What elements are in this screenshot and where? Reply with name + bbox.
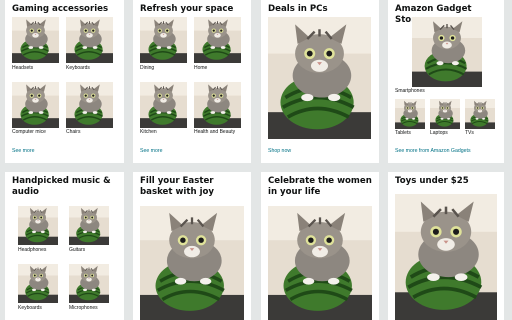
product-image[interactable] [194,17,241,63]
tile-label[interactable]: Laptops [430,130,448,136]
card-easter-basket: Fill your Easter basket with joy [133,172,251,320]
product-image[interactable] [412,17,482,87]
tile-tvs[interactable]: TVs [465,99,497,139]
product-image[interactable] [18,206,58,245]
card-gaming-accessories: Gaming accessories Headsets Keyboards Co… [5,0,124,163]
tile-keyboards[interactable]: Keyboards [66,17,113,73]
card-title: Gaming accessories [12,4,109,14]
card-celebrate-women: Celebrate the women in your life [261,172,379,320]
product-image[interactable] [430,99,460,129]
tile-label[interactable]: Tablets [395,130,411,136]
product-image[interactable] [66,82,113,128]
card-title: Toys under $25 [395,176,469,186]
tile-label[interactable]: Health and Beauty [194,129,235,135]
tile-health-and-beauty[interactable]: Health and Beauty [194,82,244,138]
tile-label[interactable]: Microphones [69,305,98,311]
tile-label[interactable]: Headphones [18,247,46,253]
tile-smartphones[interactable]: Smartphones [395,17,495,97]
product-image[interactable] [18,264,58,303]
tile-label[interactable]: Chairs [66,129,80,135]
product-image[interactable] [194,82,241,128]
card-handpicked-music-audio: Handpicked music & audio Headphones Guit… [5,172,124,320]
product-image[interactable] [140,17,187,63]
see-more-link[interactable]: See more [140,148,163,154]
tile-computer-mice[interactable]: Computer mice [12,82,59,138]
tile-laptops[interactable]: Laptops [430,99,462,139]
card-deals-in-pcs: Deals in PCs Shop now [261,0,379,163]
card-toys-under-25: Toys under $25 [388,172,504,320]
card-title: Deals in PCs [268,4,328,14]
card-amazon-gadget-store: Amazon Gadget Store Smartphones Tablets … [388,0,504,163]
hero-image[interactable] [140,206,244,320]
tile-label[interactable]: Home [194,65,207,71]
tile-guitars[interactable]: Guitars [69,206,109,254]
product-image[interactable] [395,99,425,129]
card-title: Handpicked music & audio [12,176,111,197]
tile-label[interactable]: Smartphones [395,88,425,94]
tile-tablets[interactable]: Tablets [395,99,427,139]
tile-label[interactable]: Dining [140,65,154,71]
tile-headphones[interactable]: Headphones [18,206,58,254]
tile-label[interactable]: Kitchen [140,129,157,135]
see-more-link[interactable]: See more [12,148,35,154]
tile-label[interactable]: Keyboards [18,305,42,311]
product-image[interactable] [12,82,59,128]
tile-chairs[interactable]: Chairs [66,82,113,138]
hero-image[interactable] [395,194,497,320]
tile-headsets[interactable]: Headsets [12,17,59,73]
card-title: Celebrate the women in your life [268,176,372,197]
product-image[interactable] [140,82,187,128]
product-image[interactable] [465,99,495,129]
tile-label[interactable]: Headsets [12,65,33,71]
tile-microphones[interactable]: Microphones [69,264,109,312]
tile-label[interactable]: Computer mice [12,129,46,135]
product-image[interactable] [69,264,109,303]
shop-now-link[interactable]: Shop now [268,148,291,154]
hero-image[interactable] [268,206,372,320]
hero-image[interactable] [268,17,371,139]
product-image[interactable] [66,17,113,63]
tile-keyboards[interactable]: Keyboards [18,264,58,312]
tile-kitchen[interactable]: Kitchen [140,82,187,138]
card-refresh-your-space: Refresh your space Dining Home Kitchen H… [133,0,251,163]
tile-home[interactable]: Home [194,17,241,73]
see-more-link[interactable]: See more from Amazon Gadgets [395,148,471,154]
tile-label[interactable]: Keyboards [66,65,90,71]
tile-label[interactable]: Guitars [69,247,85,253]
tile-dining[interactable]: Dining [140,17,187,73]
card-title: Fill your Easter basket with joy [140,176,215,197]
card-title: Refresh your space [140,4,234,14]
product-image[interactable] [69,206,109,245]
product-image[interactable] [12,17,59,63]
tile-label[interactable]: TVs [465,130,474,136]
